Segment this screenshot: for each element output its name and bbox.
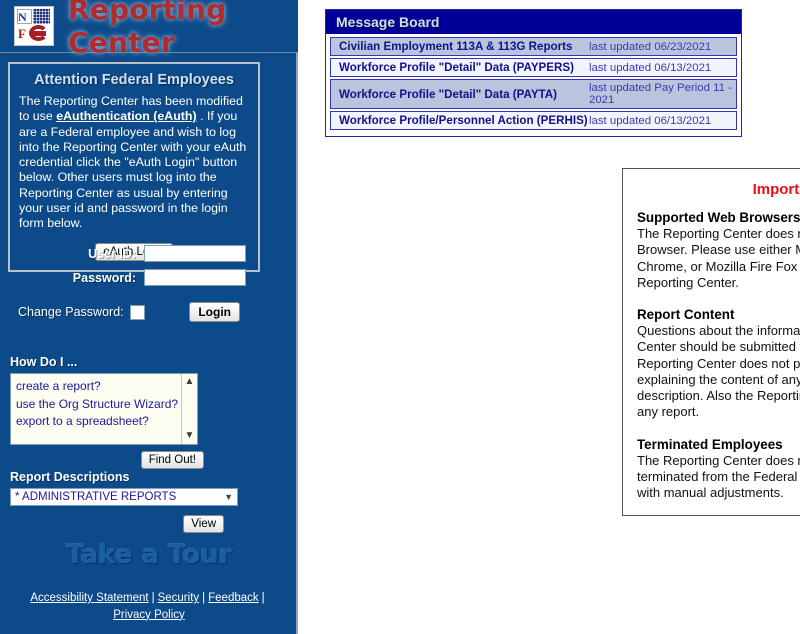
password-label: Password: xyxy=(72,270,136,285)
password-row: Password: xyxy=(0,269,298,286)
brand-header: N F Reporting Center xyxy=(0,0,298,59)
important-information-heading: Important Information xyxy=(752,181,800,198)
section-body-supported-browsers: The Reporting Center does not support th… xyxy=(637,226,800,290)
message-board-link[interactable]: Workforce Profile "Detail" Data (PAYPERS… xyxy=(339,61,589,74)
brand-title: Reporting Center xyxy=(68,0,227,59)
attention-body-part2: . If you are a Federal employee and wish… xyxy=(19,109,247,230)
message-board-panel: Message Board Civilian Employment 113A &… xyxy=(325,9,742,137)
change-password-label: Change Password: xyxy=(18,305,124,319)
section-body-terminated-employees: The Reporting Center does not display Em… xyxy=(637,452,800,501)
login-button-wrap: Login xyxy=(189,302,240,322)
agency-seal-icon: N F xyxy=(14,6,54,46)
chevron-down-icon: ▼ xyxy=(224,492,233,502)
list-item[interactable]: export to a spreadsheet? xyxy=(16,413,197,431)
attention-body: The Reporting Center has been modified t… xyxy=(19,94,249,231)
section-heading-terminated-employees: Terminated Employees xyxy=(637,436,783,452)
footer-link-accessibility[interactable]: Accessibility Statement xyxy=(30,592,148,604)
chevron-up-icon[interactable]: ▲ xyxy=(185,374,195,390)
footer-separator: | xyxy=(261,592,265,604)
listbox-scrollbar[interactable]: ▲ ▼ xyxy=(181,374,197,444)
how-do-i-title: How Do I ... xyxy=(10,355,78,369)
message-board-updated: last updated Pay Period 11 - 2021 xyxy=(589,82,732,106)
footer-separator: | xyxy=(202,592,206,604)
message-board-link[interactable]: Workforce Profile "Detail" Data (PAYTA) xyxy=(339,88,589,101)
important-information-panel: Important Information Supported Web Brow… xyxy=(622,168,800,517)
message-board-updated: last updated 06/13/2021 xyxy=(589,114,712,127)
take-a-tour-link[interactable]: Take a Tour xyxy=(0,540,298,570)
eauthentication-link[interactable]: eAuthentication (eAuth) xyxy=(56,109,196,123)
left-sidebar: N F Reporting Center Attention Federal E… xyxy=(0,0,298,634)
message-board-link[interactable]: Civilian Employment 113A & 113G Reports xyxy=(339,40,589,53)
table-row[interactable]: Workforce Profile "Detail" Data (PAYTA) … xyxy=(330,79,737,109)
report-descriptions-selected-value: * ADMINISTRATIVE REPORTS xyxy=(15,491,177,503)
password-input[interactable] xyxy=(144,269,246,286)
change-password-row: Change Password: Login xyxy=(0,302,298,322)
section-heading-report-content: Report Content xyxy=(637,307,735,322)
view-button-row: View xyxy=(10,515,238,533)
change-password-checkbox[interactable] xyxy=(129,304,145,320)
userid-label: User ID: xyxy=(88,246,136,261)
table-row[interactable]: Workforce Profile/Personnel Action (PERH… xyxy=(330,111,737,130)
attention-federal-employees-panel: Attention Federal Employees The Reportin… xyxy=(8,62,260,273)
report-descriptions-section: Report Descriptions * ADMINISTRATIVE REP… xyxy=(10,470,260,533)
message-board-updated: last updated 06/13/2021 xyxy=(589,61,712,74)
login-button[interactable]: Login xyxy=(189,302,240,322)
message-board-title: Message Board xyxy=(326,10,741,34)
report-descriptions-select[interactable]: * ADMINISTRATIVE REPORTS ▼ xyxy=(10,488,238,506)
attention-heading: Attention Federal Employees xyxy=(34,72,234,88)
footer-separator: | xyxy=(151,592,155,604)
message-board-rows: Civilian Employment 113A & 113G Reports … xyxy=(326,34,741,136)
find-out-row: Find Out! xyxy=(10,451,260,469)
list-item[interactable]: use the Org Structure Wizard? xyxy=(16,396,197,414)
chevron-down-icon[interactable]: ▼ xyxy=(185,428,195,444)
footer-link-security[interactable]: Security xyxy=(158,592,200,604)
report-descriptions-title: Report Descriptions xyxy=(10,470,130,484)
reporting-center-page: N F Reporting Center Attention Federal E… xyxy=(0,0,800,634)
section-heading-supported-browsers: Supported Web Browsers xyxy=(637,210,800,225)
userid-row: User ID: xyxy=(0,245,298,262)
section-body-report-content: Questions about the information on any r… xyxy=(637,323,800,420)
main-content: Message Board Civilian Employment 113A &… xyxy=(300,0,800,634)
footer-link-privacy-policy[interactable]: Privacy Policy xyxy=(113,609,185,621)
footer-links: Accessibility Statement | Security | Feedbac… xyxy=(0,590,298,623)
view-button[interactable]: View xyxy=(183,515,224,533)
message-board-link[interactable]: Workforce Profile/Personnel Action (PERH… xyxy=(339,114,589,127)
userid-input[interactable] xyxy=(144,245,246,262)
list-item[interactable]: create a report? xyxy=(16,378,197,396)
footer-link-feedback[interactable]: Feedback xyxy=(208,592,259,604)
login-form: User ID: Password: Change Password: Logi… xyxy=(0,245,298,322)
how-do-i-listbox[interactable]: create a report? use the Org Structure W… xyxy=(10,373,198,445)
find-out-button[interactable]: Find Out! xyxy=(140,451,204,469)
how-do-i-section: How Do I ... create a report? use the Or… xyxy=(10,355,260,469)
table-row[interactable]: Workforce Profile "Detail" Data (PAYPERS… xyxy=(330,58,737,77)
message-board-updated: last updated 06/23/2021 xyxy=(589,40,712,53)
table-row[interactable]: Civilian Employment 113A & 113G Reports … xyxy=(330,37,737,56)
